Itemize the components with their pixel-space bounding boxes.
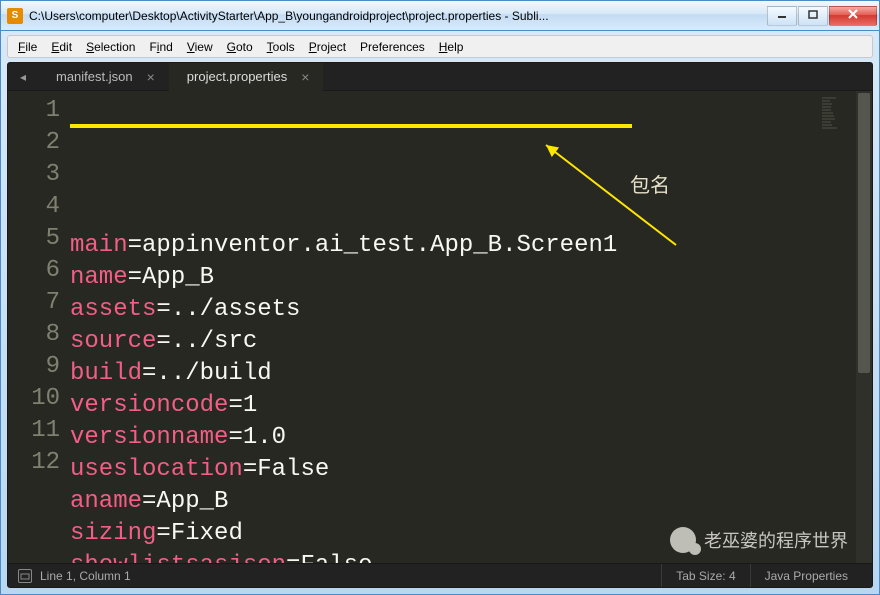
statusbar: Line 1, Column 1 Tab Size: 4 Java Proper…	[8, 563, 872, 587]
editor: ◂ manifest.json×project.properties× 1234…	[7, 62, 873, 588]
maximize-button[interactable]	[798, 6, 828, 26]
menu-view[interactable]: View	[181, 38, 219, 56]
minimap-line	[822, 103, 832, 105]
menu-file[interactable]: File	[12, 38, 43, 56]
menu-find[interactable]: Find	[143, 38, 178, 56]
vertical-scrollbar[interactable]	[856, 91, 872, 563]
minimap-line	[822, 100, 830, 102]
line-number: 3	[8, 159, 60, 191]
minimize-button[interactable]	[767, 6, 797, 26]
code-line[interactable]: build=../build	[70, 358, 820, 390]
minimap-line	[822, 124, 832, 126]
code-line[interactable]: name=App_B	[70, 262, 820, 294]
app-icon: S	[7, 8, 23, 24]
minimap-line	[822, 106, 831, 108]
line-number: 2	[8, 127, 60, 159]
menu-selection[interactable]: Selection	[80, 38, 141, 56]
line-number: 8	[8, 319, 60, 351]
minimap-line	[822, 109, 831, 111]
minimap-line	[822, 97, 836, 99]
line-number: 7	[8, 287, 60, 319]
line-number: 9	[8, 351, 60, 383]
code-line[interactable]: source=../src	[70, 326, 820, 358]
tab-manifest-json[interactable]: manifest.json ×	[38, 63, 169, 91]
menu-goto[interactable]: Goto	[221, 38, 259, 56]
line-number: 1	[8, 95, 60, 127]
line-number: 12	[8, 447, 60, 479]
minimap-line	[822, 121, 831, 123]
app-window: S C:\Users\computer\Desktop\ActivityStar…	[0, 0, 880, 595]
menu-edit[interactable]: Edit	[45, 38, 78, 56]
minimap-line	[822, 127, 837, 129]
tab-label: project.properties	[187, 69, 287, 84]
code-text[interactable]: 包名 main=appinventor.ai_test.App_B.Screen…	[70, 91, 820, 563]
minimap-line	[822, 112, 833, 114]
line-number: 11	[8, 415, 60, 447]
highlight-underline	[70, 124, 632, 128]
code-area[interactable]: 123456789101112 包名 main=appinventor.ai_t…	[8, 91, 872, 563]
annotation-label: 包名	[630, 169, 670, 198]
menu-project[interactable]: Project	[303, 38, 352, 56]
window-title: C:\Users\computer\Desktop\ActivityStarte…	[29, 9, 767, 23]
code-line[interactable]: versionname=1.0	[70, 422, 820, 454]
code-line[interactable]: assets=../assets	[70, 294, 820, 326]
code-line[interactable]: showlistsasjson=False	[70, 550, 820, 563]
close-button[interactable]	[829, 6, 877, 26]
syntax-mode[interactable]: Java Properties	[750, 564, 862, 587]
line-number: 10	[8, 383, 60, 415]
minimap[interactable]	[820, 91, 856, 563]
line-number: 6	[8, 255, 60, 287]
titlebar[interactable]: S C:\Users\computer\Desktop\ActivityStar…	[1, 1, 879, 31]
minimap-line	[822, 115, 834, 117]
tab-project-properties[interactable]: project.properties ×	[169, 63, 324, 91]
tab-close-icon[interactable]: ×	[301, 69, 309, 85]
menubar: FileEditSelectionFindViewGotoToolsProjec…	[7, 35, 873, 58]
scroll-thumb[interactable]	[858, 93, 870, 373]
tab-close-icon[interactable]: ×	[147, 69, 155, 85]
menu-preferences[interactable]: Preferences	[354, 38, 431, 56]
cursor-position: Line 1, Column 1	[40, 569, 131, 583]
code-line[interactable]: aname=App_B	[70, 486, 820, 518]
menu-tools[interactable]: Tools	[261, 38, 301, 56]
tab-size[interactable]: Tab Size: 4	[661, 564, 749, 587]
tab-scroll-left-icon[interactable]: ◂	[8, 70, 38, 84]
menu-help[interactable]: Help	[433, 38, 470, 56]
code-line[interactable]: useslocation=False	[70, 454, 820, 486]
tabbar: ◂ manifest.json × project.properties ×	[8, 63, 872, 91]
line-gutter: 123456789101112	[8, 91, 70, 563]
code-line[interactable]: sizing=Fixed	[70, 518, 820, 550]
code-line[interactable]: main=appinventor.ai_test.App_B.Screen1	[70, 230, 820, 262]
line-number: 5	[8, 223, 60, 255]
line-number: 4	[8, 191, 60, 223]
status-panel-icon[interactable]	[18, 569, 32, 583]
tab-label: manifest.json	[56, 69, 133, 84]
minimap-line	[822, 118, 835, 120]
code-line[interactable]: versioncode=1	[70, 390, 820, 422]
